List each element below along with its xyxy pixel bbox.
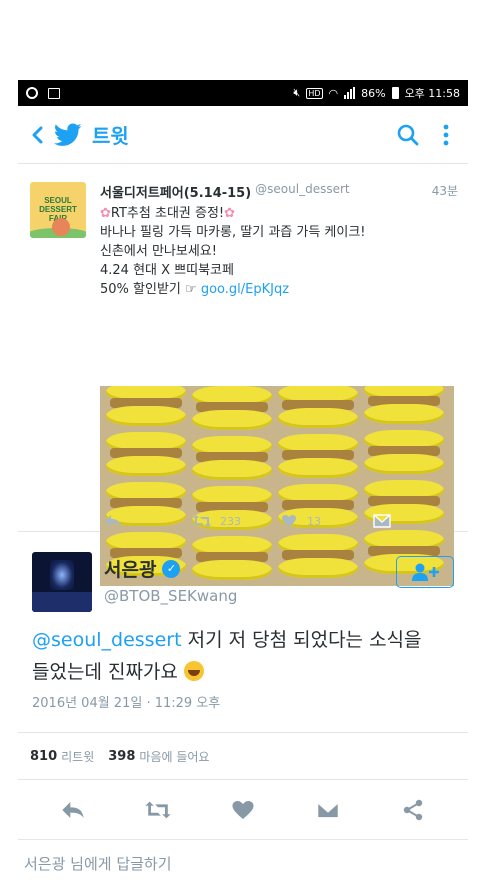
direct-message-button[interactable]	[308, 790, 348, 830]
avatar[interactable]: SEOUL DESSERT FAIR	[30, 182, 86, 238]
quoted-tweet-actions: 233 13	[100, 508, 458, 534]
direct-message-icon[interactable]	[373, 514, 391, 528]
quoted-tweet[interactable]: SEOUL DESSERT FAIR 서울디저트페어(5.14-15) @seo…	[18, 164, 468, 586]
retweet-label[interactable]: 리트윗	[61, 748, 94, 765]
add-user-icon	[412, 563, 439, 581]
like-count: 13	[307, 514, 321, 528]
signal-icon	[344, 87, 356, 99]
retweet-icon	[145, 801, 171, 818]
back-arrow-icon	[32, 126, 43, 143]
like-label[interactable]: 마음에 들어요	[139, 748, 209, 765]
reply-placeholder: 서은광 님에게 답글하기	[24, 854, 172, 873]
wifi-icon: ◠	[328, 86, 339, 100]
laughing-emoji-icon	[183, 661, 204, 681]
author-handle[interactable]: @BTOB_SEKwang	[104, 587, 237, 605]
pointing-hand-icon: ☞	[185, 282, 197, 297]
share-button[interactable]	[393, 790, 433, 830]
retweet-count[interactable]: 810	[30, 749, 57, 764]
twitter-bird-icon	[54, 122, 82, 146]
heart-icon[interactable]	[281, 514, 297, 528]
battery-icon	[391, 87, 399, 99]
more-vertical-icon	[443, 124, 449, 145]
retweet-icon[interactable]	[192, 514, 212, 528]
image-notification-icon	[48, 87, 60, 99]
more-options-button[interactable]	[428, 115, 464, 155]
author-name-row[interactable]: 서은광 ✓	[104, 555, 181, 582]
blossom-icon: ✿	[100, 206, 111, 221]
heart-icon	[232, 800, 254, 819]
hd-icon: HD	[306, 87, 323, 99]
reply-icon[interactable]	[104, 514, 122, 528]
tweet-text: ✿RT추첨 초대권 증정!✿ 바나나 필링 가득 마카롱, 딸기 과즙 가득 케…	[100, 206, 366, 297]
share-icon	[404, 799, 423, 820]
tweet-link[interactable]: goo.gl/EpKJqz	[201, 282, 289, 297]
reply-button[interactable]	[53, 790, 93, 830]
tweet-time: 43분	[431, 184, 458, 198]
mute-icon: 🔇︎	[293, 86, 301, 99]
sync-icon	[26, 87, 38, 99]
author-name[interactable]: 서은광	[104, 555, 156, 582]
retweet-button[interactable]	[138, 790, 178, 830]
author-handle[interactable]: @seoul_dessert	[255, 182, 349, 201]
avatar[interactable]	[32, 552, 92, 612]
mention-link[interactable]: @seoul_dessert	[32, 629, 182, 651]
clock: 오후 11:58	[404, 87, 460, 100]
direct-message-icon	[316, 800, 340, 819]
tweet-text: @seoul_dessert 저기 저 당첨 되었다는 소식을 들었는데 진짜가…	[32, 629, 422, 683]
app-bar: 트윗	[18, 106, 468, 164]
reply-input[interactable]: 서은광 님에게 답글하기	[18, 840, 468, 886]
page-title: 트윗	[92, 124, 129, 148]
tweet-date: 2016년 04월 21일 · 11:29 오후	[32, 696, 221, 711]
verified-badge-icon: ✓	[162, 559, 181, 578]
blossom-icon: ✿	[224, 206, 236, 221]
like-count[interactable]: 398	[108, 749, 135, 764]
tweet-actions	[18, 780, 468, 840]
author-name[interactable]: 서울디저트페어(5.14-15)	[100, 182, 251, 201]
tweet-header: 서울디저트페어(5.14-15) @seoul_dessert 43분	[100, 182, 458, 201]
battery-percent: 86%	[361, 86, 386, 100]
tweet-stats: 810 리트윗 398 마음에 들어요	[18, 732, 468, 780]
follow-button[interactable]	[396, 556, 454, 588]
like-button[interactable]	[223, 790, 263, 830]
status-bar: 🔇︎ HD ◠ 86% 오후 11:58	[18, 80, 468, 106]
back-button[interactable]	[22, 106, 52, 164]
phone-screen: 🔇︎ HD ◠ 86% 오후 11:58 트윗 SEOUL DESSERT FA…	[18, 80, 468, 886]
search-button[interactable]	[388, 115, 428, 155]
retweet-count: 233	[220, 514, 241, 528]
reply-icon	[61, 801, 84, 818]
search-icon	[397, 124, 419, 145]
